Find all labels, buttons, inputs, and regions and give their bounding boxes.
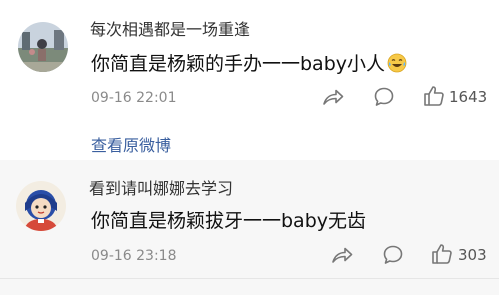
comment-text: 你简直是杨颖拔牙一一baby无齿	[91, 210, 367, 232]
divider	[0, 278, 499, 279]
avatar[interactable]	[16, 181, 66, 231]
comment-icon[interactable]	[381, 243, 405, 267]
laughing-tears-emoji-icon	[387, 53, 407, 77]
comment-text: 你简直是杨颖的手办一一baby小人	[91, 53, 407, 77]
timestamp: 09-16 23:18	[91, 248, 177, 264]
like-icon[interactable]	[422, 84, 446, 108]
like-count: 1643	[449, 88, 488, 106]
username[interactable]: 看到请叫娜娜去学习	[89, 181, 233, 197]
like-icon[interactable]	[430, 242, 454, 266]
view-original-weibo-link[interactable]: 查看原微博	[91, 138, 171, 154]
share-icon[interactable]	[330, 243, 354, 267]
comment-icon[interactable]	[372, 85, 396, 109]
timestamp: 09-16 22:01	[91, 90, 177, 106]
username[interactable]: 每次相遇都是一场重逢	[90, 22, 250, 38]
avatar[interactable]	[18, 22, 68, 72]
like-count: 303	[458, 246, 487, 264]
share-icon[interactable]	[321, 85, 345, 109]
